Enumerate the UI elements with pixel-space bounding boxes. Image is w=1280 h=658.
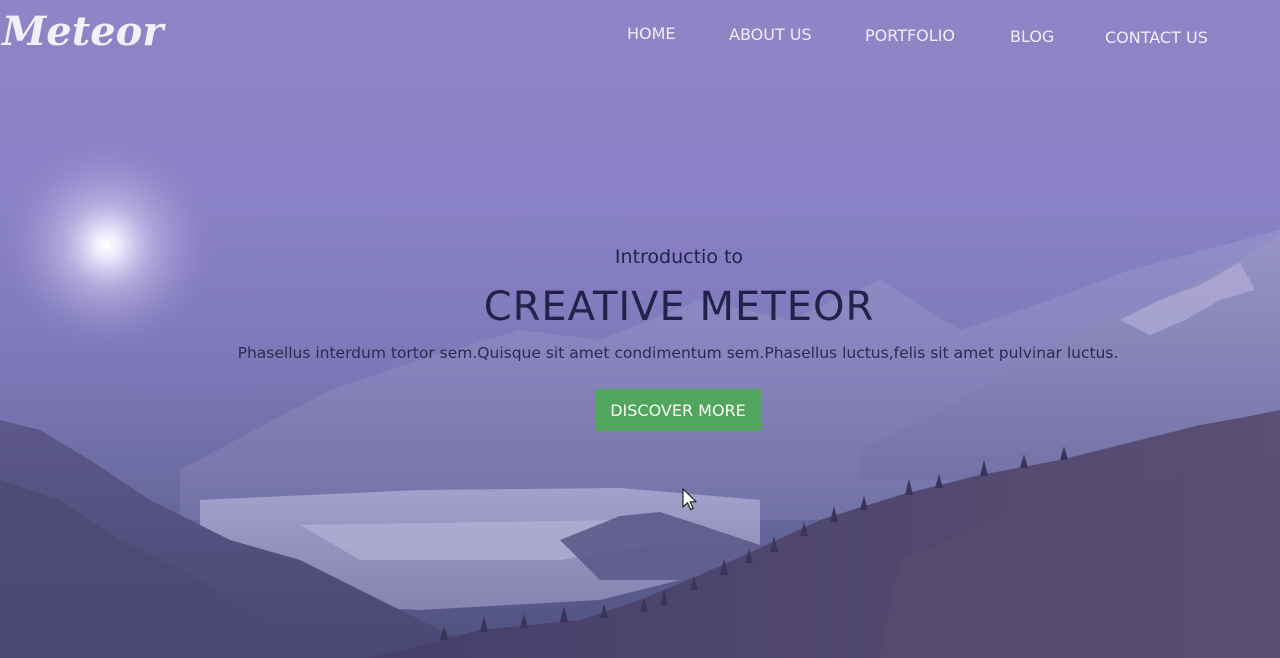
- hero-intro: Introductio to: [614, 246, 744, 268]
- hero-section: Meteor HOME ABOUT US PORTFOLIO BLOG CONT…: [0, 0, 1280, 658]
- main-nav: HOME ABOUT US PORTFOLIO BLOG CONTACT US: [0, 24, 1280, 48]
- hero-title: CREATIVE METEOR: [483, 284, 875, 330]
- nav-blog[interactable]: BLOG: [1010, 27, 1054, 46]
- nav-contact-us[interactable]: CONTACT US: [1105, 28, 1208, 47]
- nav-portfolio[interactable]: PORTFOLIO: [865, 26, 955, 45]
- discover-more-button[interactable]: DISCOVER MORE: [595, 389, 761, 431]
- nav-home[interactable]: HOME: [627, 24, 676, 43]
- hero-description: Phasellus interdum tortor sem.Quisque si…: [237, 344, 1119, 362]
- nav-about-us[interactable]: ABOUT US: [729, 25, 812, 44]
- mouse-pointer-icon: [682, 488, 697, 511]
